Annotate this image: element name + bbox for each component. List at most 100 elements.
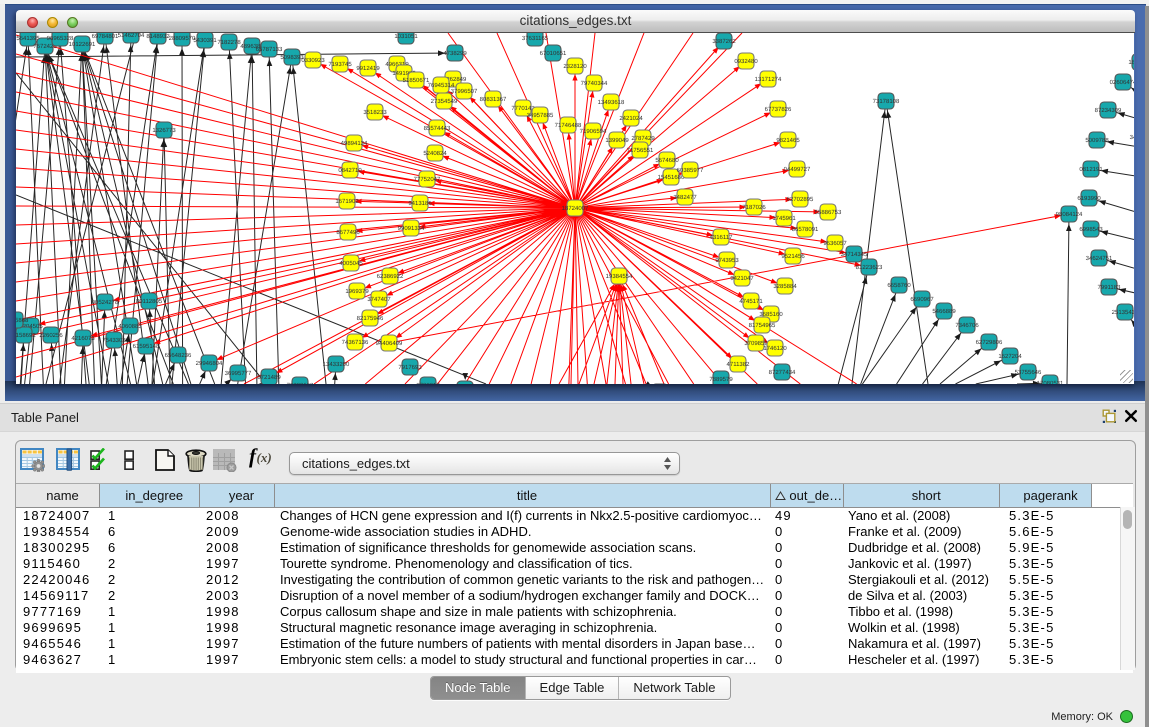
svg-text:6690967: 6690967 [910, 296, 934, 303]
svg-text:67010651: 67010651 [540, 50, 567, 57]
svg-text:94406409: 94406409 [376, 340, 403, 347]
svg-text:4216073: 4216073 [71, 335, 95, 342]
svg-text:7889579: 7889579 [709, 376, 733, 383]
svg-text:9743953: 9743953 [715, 257, 739, 264]
svg-text:17080531: 17080531 [1037, 380, 1064, 384]
svg-text:62702895: 62702895 [787, 196, 814, 203]
svg-text:7543303: 7543303 [102, 337, 126, 344]
svg-text:5430391: 5430391 [193, 37, 217, 44]
svg-text:51850671: 51850671 [403, 77, 430, 84]
svg-text:1746120: 1746120 [763, 345, 787, 352]
svg-text:67737826: 67737826 [765, 106, 792, 113]
svg-text:4005045: 4005045 [339, 260, 363, 267]
svg-text:69784801: 69784801 [92, 33, 119, 40]
svg-text:0812191: 0812191 [1079, 166, 1103, 173]
svg-text:0842710: 0842710 [338, 167, 362, 174]
svg-text:81754965: 81754965 [749, 322, 776, 329]
svg-text:5009788: 5009788 [1085, 137, 1109, 144]
svg-text:34874016: 34874016 [1130, 134, 1134, 141]
svg-text:8721489: 8721489 [257, 374, 281, 381]
svg-text:4711382: 4711382 [727, 361, 751, 368]
svg-text:13433200: 13433200 [323, 361, 350, 368]
svg-text:76945314: 76945314 [428, 82, 455, 89]
svg-text:65787133: 65787133 [256, 46, 283, 53]
svg-text:80112805: 80112805 [136, 298, 163, 305]
svg-text:62386922: 62386922 [377, 273, 404, 280]
svg-text:37631165: 37631165 [522, 35, 549, 42]
svg-text:1671902: 1671902 [335, 198, 359, 205]
svg-text:9636057: 9636057 [823, 240, 847, 247]
svg-text:28809570: 28809570 [169, 35, 196, 42]
svg-text:71746488: 71746488 [555, 122, 582, 129]
svg-text:0330923: 0330923 [301, 57, 325, 64]
svg-text:04499727: 04499727 [784, 166, 811, 173]
svg-text:3482477: 3482477 [673, 194, 697, 201]
svg-text:65648236: 65648236 [165, 352, 192, 359]
svg-text:19384554: 19384554 [606, 273, 633, 280]
svg-text:55886753: 55886753 [815, 209, 842, 216]
svg-text:51462704: 51462704 [118, 33, 145, 39]
svg-text:34957885: 34957885 [527, 112, 554, 119]
svg-text:1969379: 1969379 [345, 288, 369, 295]
svg-text:(x): (x) [257, 450, 272, 465]
svg-text:6193990: 6193990 [1077, 195, 1101, 202]
svg-text:34624751: 34624751 [1086, 255, 1113, 262]
svg-text:2328120: 2328120 [563, 63, 587, 70]
svg-text:4738299: 4738299 [443, 50, 467, 57]
svg-text:7182278: 7182278 [217, 39, 241, 46]
svg-text:8148932: 8148932 [146, 33, 170, 40]
svg-text:36995777: 36995777 [225, 370, 252, 377]
svg-text:34714345: 34714345 [841, 251, 868, 258]
svg-text:53755646: 53755646 [1015, 369, 1042, 376]
svg-text:1326773: 1326773 [152, 127, 176, 134]
svg-text:79740344: 79740344 [581, 80, 608, 87]
svg-text:87234309: 87234309 [1095, 107, 1122, 114]
svg-text:49894134: 49894134 [341, 140, 368, 147]
svg-text:76320163: 76320163 [287, 382, 314, 384]
svg-text:7991183: 7991183 [1098, 284, 1122, 291]
svg-text:18724007: 18724007 [562, 205, 589, 212]
svg-text:13171274: 13171274 [755, 76, 782, 83]
svg-text:25135427: 25135427 [1112, 309, 1134, 316]
svg-text:7187026: 7187026 [742, 204, 766, 211]
svg-text:71906594: 71906594 [580, 128, 607, 135]
svg-text:9413186: 9413186 [408, 200, 432, 207]
svg-text:37996507: 37996507 [451, 88, 478, 95]
svg-text:15451680: 15451680 [658, 174, 685, 181]
svg-text:1031051: 1031051 [394, 33, 418, 40]
svg-text:29946804: 29946804 [196, 360, 223, 367]
svg-text:1824493: 1824493 [1128, 59, 1134, 66]
svg-text:00524278: 00524278 [92, 299, 119, 306]
svg-text:8677496: 8677496 [336, 229, 360, 236]
svg-text:6998543: 6998543 [1079, 226, 1103, 233]
svg-text:71756551: 71756551 [627, 147, 654, 154]
svg-text:0932480: 0932480 [734, 58, 758, 65]
svg-text:82175946: 82175946 [357, 315, 384, 322]
svg-text:3158692: 3158692 [16, 332, 36, 339]
svg-text:61595148: 61595148 [133, 343, 160, 350]
svg-text:87277434: 87277434 [769, 369, 796, 376]
svg-text:96965328: 96965328 [47, 35, 74, 42]
svg-text:02606474: 02606474 [1110, 79, 1134, 86]
svg-text:27354549: 27354549 [431, 98, 458, 105]
svg-text:5240824: 5240824 [423, 150, 447, 157]
svg-text:8708317: 8708317 [416, 382, 440, 384]
svg-text:3747407: 3747407 [367, 296, 391, 303]
svg-text:13493618: 13493618 [598, 99, 625, 106]
svg-text:2787429: 2787429 [631, 135, 655, 142]
svg-text:9821465: 9821465 [776, 137, 800, 144]
svg-text:9421047: 9421047 [730, 275, 754, 282]
svg-text:85574443: 85574443 [424, 125, 451, 132]
svg-text:54145868: 54145868 [16, 317, 29, 324]
svg-text:5674680: 5674680 [655, 157, 679, 164]
svg-text:7193745: 7193745 [328, 61, 352, 68]
svg-text:80831367: 80831367 [480, 96, 507, 103]
svg-text:4060883: 4060883 [118, 323, 142, 330]
svg-text:3285884: 3285884 [773, 283, 797, 290]
svg-text:3518233: 3518233 [363, 109, 387, 116]
svg-text:6658760: 6658760 [887, 282, 911, 289]
svg-text:1627204: 1627204 [998, 353, 1022, 360]
svg-text:5466889: 5466889 [932, 308, 956, 315]
svg-text:4745171: 4745171 [739, 298, 763, 305]
svg-text:1745961: 1745961 [772, 215, 796, 222]
